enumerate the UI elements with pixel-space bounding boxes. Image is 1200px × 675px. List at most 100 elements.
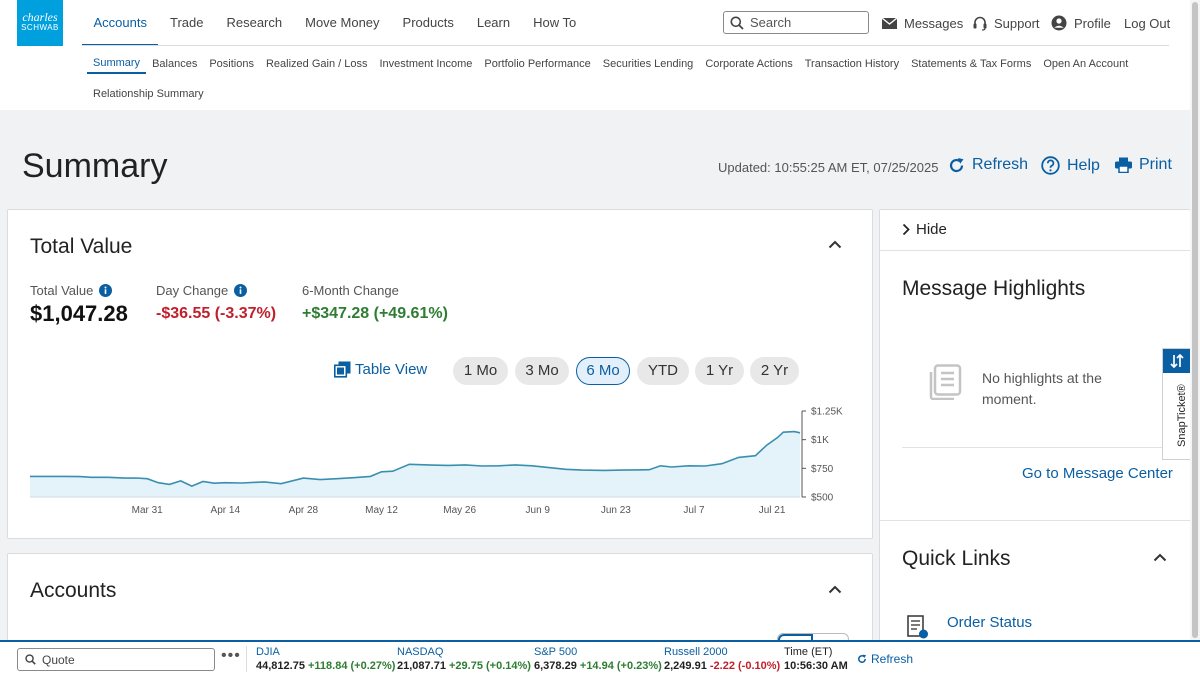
top-header: charles SCHWAB Accounts Trade Research M… [0, 0, 1200, 110]
subnav-open-an-account[interactable]: Open An Account [1037, 54, 1134, 74]
index-change: +118.84 (+0.27%) [308, 660, 396, 672]
time-value: 10:56:30 AM [784, 660, 848, 672]
range-6mo-button[interactable]: 6 Mo [576, 357, 630, 385]
schwab-logo[interactable]: charles SCHWAB [17, 0, 63, 46]
day-change-value: -$36.55 (-3.37%) [156, 305, 277, 322]
index-value: 21,087.71 [397, 660, 446, 672]
page-scrollbar[interactable] [1190, 0, 1200, 640]
nav-how-to[interactable]: How To [522, 0, 588, 46]
swap-arrows-icon [1163, 349, 1190, 373]
envelope-icon [882, 17, 897, 29]
logo-line-1: charles [22, 10, 58, 24]
subnav-positions[interactable]: Positions [203, 54, 260, 74]
refresh-icon [858, 654, 867, 663]
ticker-refresh-label: Refresh [871, 652, 914, 666]
ticker-divider [246, 646, 247, 672]
subnav-realized-gain-loss[interactable]: Realized Gain / Loss [260, 54, 374, 74]
printer-icon [1115, 157, 1132, 173]
subnav-balances[interactable]: Balances [146, 54, 203, 74]
index-value: 6,378.29 [534, 660, 577, 672]
profile-label: Profile [1074, 15, 1111, 31]
hide-panel-toggle[interactable]: Hide [902, 221, 947, 238]
refresh-icon [949, 157, 964, 172]
document-list-icon [929, 364, 962, 400]
help-label: Help [1067, 156, 1100, 174]
index-name[interactable]: DJIA [256, 645, 395, 659]
scrollbar-thumb[interactable] [1192, 2, 1198, 638]
six-month-change-label: 6-Month Change [302, 283, 399, 298]
support-link[interactable]: Support [973, 14, 1040, 32]
subnav-relationship-summary[interactable]: Relationship Summary [87, 84, 210, 104]
help-button[interactable]: Help [1041, 156, 1100, 175]
ticker-refresh-button[interactable]: Refresh [857, 652, 913, 666]
accounts-card-title: Accounts [30, 579, 117, 602]
logo-line-2: SCHWAB [21, 23, 59, 32]
side-panel [879, 209, 1190, 654]
quote-box[interactable] [17, 648, 215, 671]
index-name[interactable]: NASDAQ [397, 645, 531, 659]
table-view-label: Table View [355, 361, 428, 378]
quote-input[interactable] [42, 652, 202, 667]
chevron-right-icon [902, 223, 910, 236]
subnav-statements-tax-forms[interactable]: Statements & Tax Forms [905, 54, 1037, 74]
table-view-icon [334, 361, 351, 378]
index-value-row: 6,378.29 +14.94 (+0.23%) [534, 659, 662, 674]
index-value-row: 21,087.71 +29.75 (+0.14%) [397, 659, 531, 674]
market-ticker-bar: ••• DJIA 44,812.75 +118.84 (+0.27%) NASD… [0, 640, 1200, 675]
chevron-up-icon[interactable] [828, 240, 842, 249]
info-icon[interactable] [99, 284, 113, 297]
range-3mo-button[interactable]: 3 Mo [515, 357, 569, 385]
no-highlights-message: No highlights at the moment. [982, 370, 1102, 407]
range-1mo-button[interactable]: 1 Mo [453, 357, 508, 385]
print-button[interactable]: Print [1115, 156, 1172, 174]
index-value-row: 2,249.91 -2.22 (-0.10%) [664, 659, 780, 674]
headset-icon [973, 16, 987, 31]
profile-link[interactable]: Profile [1051, 14, 1111, 32]
six-month-change-label-row: 6-Month Change [302, 283, 399, 298]
help-icon [1041, 156, 1060, 175]
nav-products[interactable]: Products [391, 0, 465, 46]
subnav-summary[interactable]: Summary [87, 54, 147, 74]
chevron-up-icon[interactable] [828, 585, 842, 594]
total-value-label-row: Total Value [30, 283, 113, 298]
header-divider [82, 45, 1169, 46]
nav-learn[interactable]: Learn [465, 0, 521, 46]
table-view-toggle[interactable]: Table View [334, 361, 427, 378]
range-ytd-button[interactable]: YTD [637, 357, 689, 385]
more-options-icon[interactable]: ••• [221, 647, 241, 665]
index-name[interactable]: Russell 2000 [664, 645, 780, 659]
side-divider [880, 250, 1190, 251]
nav-accounts[interactable]: Accounts [82, 0, 159, 46]
index-change: -2.22 (-0.10%) [709, 660, 781, 672]
snapticket-tab[interactable]: SnapTicket® [1162, 348, 1190, 460]
hide-label: Hide [916, 221, 947, 238]
message-center-link[interactable]: Go to Message Center [1022, 465, 1173, 482]
subnav-corporate-actions[interactable]: Corporate Actions [699, 54, 798, 74]
nav-move-money[interactable]: Move Money [294, 0, 391, 46]
messages-link[interactable]: Messages [882, 14, 963, 32]
range-1yr-button[interactable]: 1 Yr [695, 357, 744, 385]
range-2yr-button[interactable]: 2 Yr [750, 357, 799, 385]
nav-trade[interactable]: Trade [158, 0, 214, 46]
message-highlights-title: Message Highlights [902, 277, 1086, 300]
subnav-investment-income[interactable]: Investment Income [373, 54, 478, 74]
index-name[interactable]: S&P 500 [534, 645, 662, 659]
order-status-link[interactable]: Order Status [947, 614, 1032, 631]
index-change: +29.75 (+0.14%) [449, 660, 531, 672]
subnav-transaction-history[interactable]: Transaction History [799, 54, 905, 74]
nav-research[interactable]: Research [215, 0, 294, 46]
subnav-portfolio-performance[interactable]: Portfolio Performance [478, 54, 596, 74]
subnav-securities-lending[interactable]: Securities Lending [597, 54, 700, 74]
index-value-row: 44,812.75 +118.84 (+0.27%) [256, 659, 395, 674]
search-input[interactable] [750, 15, 860, 30]
index-djia: DJIA 44,812.75 +118.84 (+0.27%) [256, 645, 395, 674]
info-icon[interactable] [234, 284, 248, 297]
refresh-button[interactable]: Refresh [948, 156, 1028, 174]
sub-nav: Summary Balances Positions Realized Gain… [87, 54, 1147, 114]
search-icon [25, 654, 36, 665]
logout-label: Log Out [1124, 15, 1171, 31]
chevron-up-icon[interactable] [1153, 553, 1167, 562]
message-divider [902, 447, 1170, 448]
search-box[interactable] [723, 11, 869, 34]
logout-link[interactable]: Log Out [1124, 14, 1170, 32]
